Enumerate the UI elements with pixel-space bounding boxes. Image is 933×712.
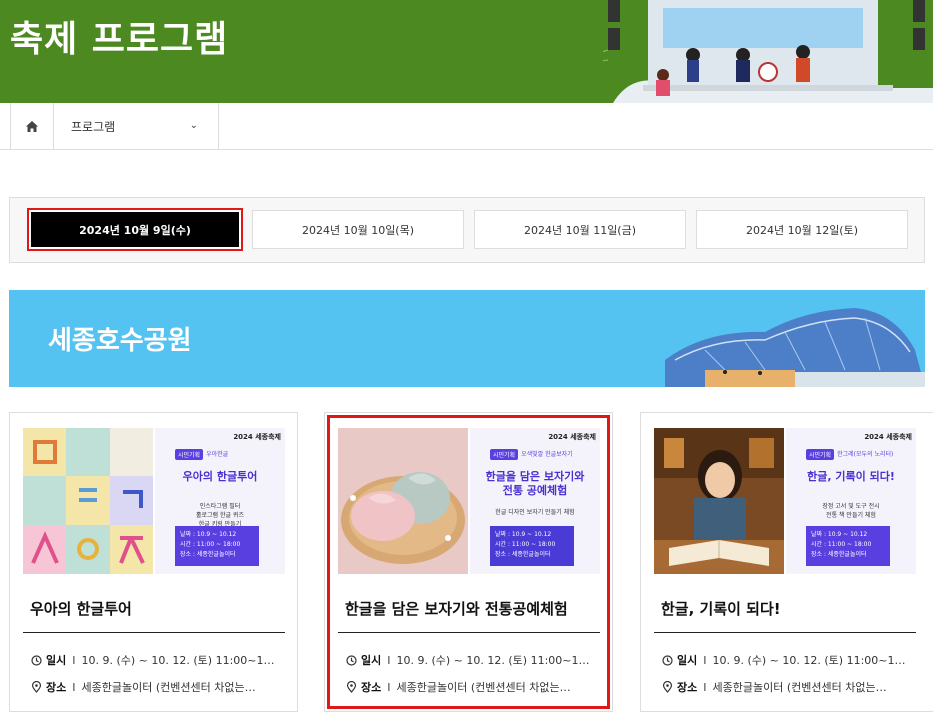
page-header-banner: 축제 프로그램 bbox=[0, 0, 933, 103]
date-label: 일시 bbox=[46, 654, 67, 667]
girl-reading-photo bbox=[654, 428, 784, 574]
poster-brand: 2024 세종축제 bbox=[233, 433, 281, 441]
poster-info-box: 날짜 : 10.9 ~ 10.12 시간 : 11:00 ~ 18:00 장소 : … bbox=[490, 526, 574, 566]
place-value: 세종한글놀이터 (컨벤션센터 차없는… bbox=[712, 681, 887, 694]
date-tab-2[interactable]: 2024년 10월 10일(목) bbox=[252, 210, 464, 249]
page-title: 축제 프로그램 bbox=[10, 19, 229, 60]
date-label: 일시 bbox=[361, 654, 382, 667]
poster-info-box: 날짜 : 10.9 ~ 10.12 시간 : 11:00 ~ 18:00 장소 : … bbox=[175, 526, 259, 566]
location-pin-icon bbox=[31, 681, 42, 693]
card-place: 장소 I 세종한글놀이터 (컨벤션센터 차없는… bbox=[31, 679, 286, 695]
dome-pavilion-illustration bbox=[665, 308, 925, 387]
place-label: 장소 bbox=[46, 681, 67, 694]
concert-stage-illustration bbox=[603, 0, 933, 103]
location-pin-icon bbox=[662, 681, 673, 693]
date-tab-3[interactable]: 2024년 10월 11일(금) bbox=[474, 210, 686, 249]
poster-tag: 시민기획 bbox=[806, 449, 835, 460]
location-pin-icon bbox=[346, 681, 357, 693]
chevron-down-icon: ⌄ bbox=[189, 120, 198, 131]
date-label: 일시 bbox=[677, 654, 698, 667]
card-place: 장소 I 세종한글놀이터 (컨벤션센터 차없는… bbox=[662, 679, 917, 695]
program-card-1[interactable]: 2024 세종축제 시민기획 우아한글 우아의 한글투어 인스타그램 필터 홀로그램… bbox=[9, 412, 298, 712]
date-value: 10. 9. (수) ~ 10. 12. (토) 11:00~1… bbox=[81, 654, 275, 667]
home-icon bbox=[26, 121, 38, 132]
poster-brand: 2024 세종축제 bbox=[548, 433, 596, 441]
card-date: 일시 I 10. 9. (수) ~ 10. 12. (토) 11:00~1… bbox=[31, 652, 286, 668]
section-dropdown-label: 프로그램 bbox=[71, 120, 116, 134]
poster-title: 한글, 기록이 되다! bbox=[807, 470, 895, 483]
poster-desc: 인스타그램 필터 홀로그램 한글 퀴즈 한글 키링 만들기 bbox=[196, 503, 244, 528]
poster-desc: 한글 디자인 보자기 만들기 체험 bbox=[495, 509, 575, 516]
card-promo-poster: 2024 세종축제 시민기획 우아한글 우아의 한글투어 인스타그램 필터 홀로그램… bbox=[155, 428, 285, 574]
clock-icon bbox=[662, 654, 673, 666]
place-value: 세종한글놀이터 (컨벤션센터 차없는… bbox=[396, 681, 571, 694]
program-card-2[interactable]: 2024 세종축제 시민기획 오색빛깔 한글보자기 한글을 담은 보자기와 전통 … bbox=[324, 412, 613, 712]
card-promo-poster: 2024 세종축제 시민기획 오색빛깔 한글보자기 한글을 담은 보자기와 전통 … bbox=[470, 428, 600, 574]
date-tab-1[interactable]: 2024년 10월 9일(수) bbox=[27, 208, 243, 251]
card-place: 장소 I 세종한글놀이터 (컨벤션센터 차없는… bbox=[346, 679, 601, 695]
place-label: 장소 bbox=[677, 681, 698, 694]
bojagi-photo bbox=[338, 428, 468, 574]
card-thumbnail: 2024 세종축제 시민기획 오색빛깔 한글보자기 한글을 담은 보자기와 전통 … bbox=[338, 428, 600, 574]
home-button[interactable] bbox=[10, 103, 54, 150]
date-value: 10. 9. (수) ~ 10. 12. (토) 11:00~1… bbox=[712, 654, 906, 667]
poster-subtag: 한그레(모두의 노리터) bbox=[837, 451, 894, 458]
location-banner: 세종호수공원 bbox=[9, 290, 925, 387]
card-promo-poster: 2024 세종축제 시민기획 한그레(모두의 노리터) 한글, 기록이 되다! 장… bbox=[786, 428, 916, 574]
card-date: 일시 I 10. 9. (수) ~ 10. 12. (토) 11:00~1… bbox=[346, 652, 601, 668]
card-title: 한글을 담은 보자기와 전통공예체험 bbox=[345, 600, 568, 618]
poster-desc: 장정 고서 및 도구 전시 전통 책 만들기 체험 bbox=[822, 503, 880, 519]
card-thumbnail: 2024 세종축제 시민기획 한그레(모두의 노리터) 한글, 기록이 되다! 장… bbox=[654, 428, 916, 574]
date-value: 10. 9. (수) ~ 10. 12. (토) 11:00~1… bbox=[396, 654, 590, 667]
breadcrumb: 프로그램 ⌄ bbox=[0, 103, 933, 150]
divider bbox=[23, 632, 285, 633]
card-title: 한글, 기록이 되다! bbox=[661, 600, 781, 618]
card-thumbnail: 2024 세종축제 시민기획 우아한글 우아의 한글투어 인스타그램 필터 홀로그램… bbox=[23, 428, 285, 574]
card-title: 우아의 한글투어 bbox=[30, 600, 132, 618]
poster-subtag: 오색빛깔 한글보자기 bbox=[521, 451, 573, 458]
poster-info-box: 날짜 : 10.9 ~ 10.12 시간 : 11:00 ~ 18:00 장소 : … bbox=[806, 526, 890, 566]
poster-title: 한글을 담은 보자기와 전통 공예체험 bbox=[485, 470, 585, 497]
clock-icon bbox=[346, 654, 357, 666]
section-dropdown[interactable]: 프로그램 ⌄ bbox=[54, 103, 219, 150]
location-title: 세종호수공원 bbox=[48, 326, 192, 356]
poster-subtag: 우아한글 bbox=[206, 451, 229, 458]
divider bbox=[338, 632, 600, 633]
card-date: 일시 I 10. 9. (수) ~ 10. 12. (토) 11:00~1… bbox=[662, 652, 917, 668]
place-label: 장소 bbox=[361, 681, 382, 694]
poster-title: 우아의 한글투어 bbox=[182, 470, 258, 483]
program-card-3[interactable]: 2024 세종축제 시민기획 한그레(모두의 노리터) 한글, 기록이 되다! 장… bbox=[640, 412, 933, 712]
place-value: 세종한글놀이터 (컨벤션센터 차없는… bbox=[81, 681, 256, 694]
date-tab-4[interactable]: 2024년 10월 12일(토) bbox=[696, 210, 908, 249]
poster-brand: 2024 세종축제 bbox=[864, 433, 912, 441]
date-tabs: 2024년 10월 9일(수) 2024년 10월 10일(목) 2024년 1… bbox=[9, 197, 925, 263]
poster-tag: 시민기획 bbox=[175, 449, 204, 460]
poster-tag: 시민기획 bbox=[490, 449, 519, 460]
clock-icon bbox=[31, 654, 42, 666]
hangul-blocks-photo bbox=[23, 428, 153, 574]
divider bbox=[654, 632, 916, 633]
